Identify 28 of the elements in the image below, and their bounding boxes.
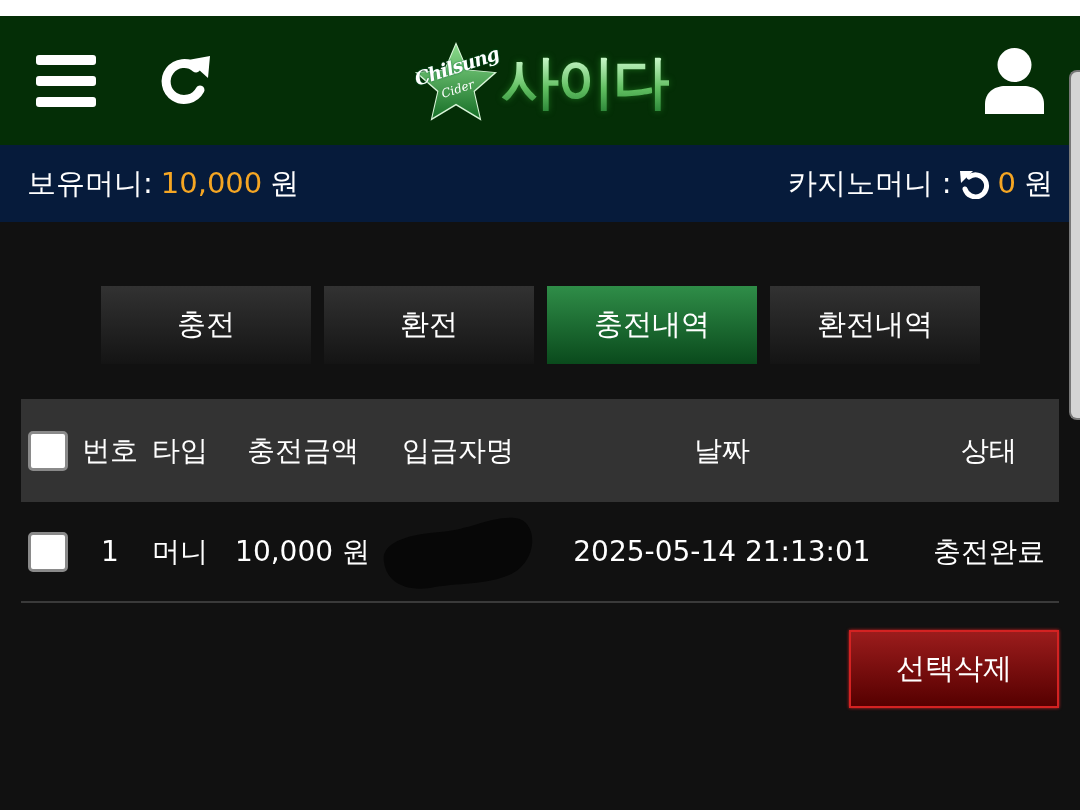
balance-label: 보유머니:	[27, 164, 153, 202]
tab[interactable]: 충전내역	[546, 286, 757, 364]
checkbox[interactable]	[28, 430, 68, 471]
column-header: 타입	[152, 432, 208, 469]
column-header: 날짜	[694, 432, 750, 469]
table-cell-text: 2025-05-14 21:13:01	[573, 533, 871, 570]
balance-amount: 10,000	[160, 164, 263, 202]
table-cell-text: 충전완료	[932, 533, 1045, 570]
tab[interactable]: 충전	[100, 286, 311, 364]
tab[interactable]: 환전	[323, 286, 534, 364]
menu-icon[interactable]	[36, 54, 96, 107]
currency-unit: 원	[270, 164, 300, 202]
refresh-icon[interactable]	[959, 168, 990, 199]
column-header: 번호	[82, 432, 138, 469]
table-cell-text: 머니	[152, 533, 208, 570]
column-header: 입금자명	[402, 432, 514, 469]
casino-balance-amount: 0	[997, 164, 1016, 202]
currency-unit: 원	[1024, 164, 1053, 202]
delete-selected-button[interactable]: 선택삭제	[849, 630, 1059, 708]
user-icon[interactable]	[985, 47, 1044, 114]
table-cell-text: 10,000 원	[235, 533, 370, 570]
checkbox[interactable]	[28, 531, 68, 572]
table-cell-text: 1	[101, 533, 119, 570]
casino-balance-label: 카지노머니 :	[787, 164, 952, 202]
scrollbar-thumb[interactable]	[1069, 70, 1080, 420]
tab[interactable]: 환전내역	[769, 286, 980, 364]
column-header: 충전금액	[246, 432, 359, 469]
column-header: 상태	[960, 432, 1017, 469]
